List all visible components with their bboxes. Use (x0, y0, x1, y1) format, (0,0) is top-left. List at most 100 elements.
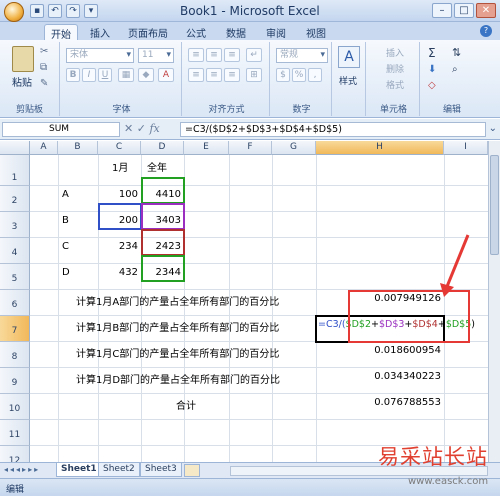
row-header-10[interactable]: 10 (0, 394, 30, 420)
row-header-1[interactable]: 1 (0, 155, 30, 186)
align-center-icon[interactable]: ≡ (206, 68, 222, 82)
row-header-7[interactable]: 7 (0, 316, 30, 342)
align-bottom-icon[interactable]: ≡ (224, 48, 240, 62)
cell-b2[interactable]: A (62, 189, 69, 200)
column-header-d[interactable]: D (141, 141, 184, 155)
redo-icon[interactable]: ↷ (66, 4, 80, 18)
bold-button[interactable]: B (66, 68, 80, 82)
autosum-button[interactable]: Σ (428, 46, 436, 60)
vertical-scrollbar[interactable] (488, 141, 500, 462)
align-middle-icon[interactable]: ≡ (206, 48, 222, 62)
border-icon[interactable]: ▦ (118, 68, 134, 82)
align-right-icon[interactable]: ≡ (224, 68, 240, 82)
sheet-tab-2[interactable]: Sheet2 (98, 463, 140, 477)
format-painter-icon[interactable]: ✎ (40, 78, 48, 89)
sort-filter-icon[interactable]: ⇅ (452, 46, 461, 59)
tab-review[interactable]: 审阅 (260, 24, 292, 40)
fill-color-icon[interactable]: ◆ (138, 68, 154, 82)
row-header-4[interactable]: 4 (0, 238, 30, 264)
column-header-a[interactable]: A (30, 141, 58, 155)
minimize-button[interactable]: – (432, 3, 452, 18)
save-icon[interactable]: ▪ (30, 4, 44, 18)
tab-view[interactable]: 视图 (300, 24, 332, 40)
cell-c4[interactable]: 234 (98, 241, 138, 252)
insert-cells-button[interactable]: 插入 (386, 46, 404, 59)
help-icon[interactable]: ? (480, 25, 492, 37)
cell-h8[interactable]: 0.018600954 (316, 345, 441, 356)
fx-icon[interactable]: fx (149, 122, 159, 135)
column-header-f[interactable]: F (229, 141, 272, 155)
tab-page-layout[interactable]: 页面布局 (122, 24, 174, 40)
cell-h10[interactable]: 0.076788553 (316, 397, 441, 408)
cut-icon[interactable]: ✂ (40, 46, 48, 57)
cancel-icon[interactable]: ✕ (124, 122, 133, 135)
styles-button[interactable]: 样式 (339, 74, 357, 87)
percent-icon[interactable]: % (292, 68, 306, 82)
fill-icon[interactable]: ⬇ (428, 64, 436, 75)
cell-c2[interactable]: 100 (98, 189, 138, 200)
sheet-tab-3[interactable]: Sheet3 (140, 463, 182, 477)
currency-icon[interactable]: $ (276, 68, 290, 82)
cell-total-label[interactable]: 合计 (176, 397, 196, 412)
delete-cells-button[interactable]: 删除 (386, 62, 404, 75)
new-sheet-icon[interactable] (184, 464, 200, 477)
tab-formulas[interactable]: 公式 (180, 24, 212, 40)
paste-button[interactable]: 粘贴 (12, 74, 32, 89)
column-header-e[interactable]: E (184, 141, 229, 155)
worksheet-grid[interactable]: A B C D E F G H I 1 2 3 4 5 6 7 8 9 10 1… (0, 141, 488, 462)
row-header-9[interactable]: 9 (0, 368, 30, 394)
cell-c1[interactable]: 1月 (112, 159, 128, 174)
cell-b4[interactable]: C (62, 241, 69, 252)
merge-icon[interactable]: ⊞ (246, 68, 262, 82)
format-cells-button[interactable]: 格式 (386, 78, 404, 91)
cell-b7[interactable]: 计算1月B部门的产量占全年所有部门的百分比 (76, 319, 279, 334)
find-icon[interactable]: ⌕ (452, 64, 458, 75)
tab-home[interactable]: 开始 (44, 24, 78, 41)
column-header-i[interactable]: I (444, 141, 488, 155)
cell-b3[interactable]: B (62, 215, 69, 226)
row-header-6[interactable]: 6 (0, 290, 30, 316)
tab-insert[interactable]: 插入 (84, 24, 116, 40)
cell-h9[interactable]: 0.034340223 (316, 371, 441, 382)
undo-icon[interactable]: ↶ (48, 4, 62, 18)
comma-icon[interactable]: , (308, 68, 322, 82)
formula-input[interactable]: =C3/($D$2+$D$3+$D$4+$D$5) (180, 122, 486, 137)
font-color-icon[interactable]: A (158, 68, 174, 82)
align-left-icon[interactable]: ≡ (188, 68, 204, 82)
enter-icon[interactable]: ✓ (137, 122, 146, 135)
sheet-tab-1[interactable]: Sheet1 (56, 463, 102, 477)
cell-b9[interactable]: 计算1月D部门的产量占全年所有部门的百分比 (76, 371, 280, 386)
row-header-5[interactable]: 5 (0, 264, 30, 290)
paste-icon[interactable] (12, 46, 34, 72)
maximize-button[interactable]: □ (454, 3, 474, 18)
clear-icon[interactable]: ◇ (428, 80, 436, 91)
italic-button[interactable]: I (82, 68, 96, 82)
tab-data[interactable]: 数据 (220, 24, 252, 40)
scrollbar-thumb[interactable] (490, 155, 499, 255)
underline-button[interactable]: U (98, 68, 112, 82)
row-header-2[interactable]: 2 (0, 186, 30, 212)
cell-c5[interactable]: 432 (98, 267, 138, 278)
cell-b8[interactable]: 计算1月C部门的产量占全年所有部门的百分比 (76, 345, 279, 360)
close-button[interactable]: ✕ (476, 3, 496, 18)
row-header-3[interactable]: 3 (0, 212, 30, 238)
column-header-b[interactable]: B (58, 141, 98, 155)
row-header-12[interactable]: 12 (0, 446, 30, 462)
styles-icon[interactable]: A (338, 46, 360, 68)
office-button[interactable] (4, 2, 24, 22)
cell-b6[interactable]: 计算1月A部门的产量占全年所有部门的百分比 (76, 293, 279, 308)
sheet-nav-arrows[interactable]: ◂◂◂▸▸▸ (4, 465, 40, 474)
select-all-corner[interactable] (0, 141, 30, 155)
wrap-text-icon[interactable]: ↵ (246, 48, 262, 62)
align-top-icon[interactable]: ≡ (188, 48, 204, 62)
font-name-combo[interactable]: 宋体 (66, 48, 134, 63)
number-format-combo[interactable]: 常规 (276, 48, 328, 63)
column-header-h[interactable]: H (316, 141, 444, 155)
column-header-g[interactable]: G (272, 141, 316, 155)
row-header-11[interactable]: 11 (0, 420, 30, 446)
name-box[interactable]: SUM (2, 122, 120, 137)
copy-icon[interactable]: ⧉ (40, 62, 47, 73)
cell-b5[interactable]: D (62, 267, 70, 278)
row-header-8[interactable]: 8 (0, 342, 30, 368)
qat-dropdown-icon[interactable]: ▾ (84, 4, 98, 18)
